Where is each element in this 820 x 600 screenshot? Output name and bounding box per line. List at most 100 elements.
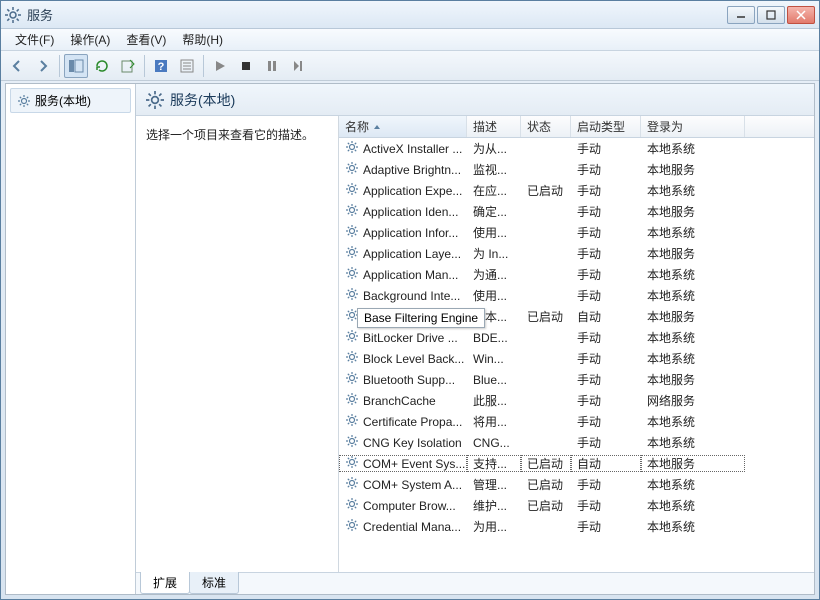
cell-start: 手动 (571, 245, 641, 262)
maximize-button[interactable] (757, 6, 785, 24)
tree-root-label: 服务(本地) (35, 92, 91, 109)
table-row[interactable]: Credential Mana...为用...手动本地系统 (339, 516, 814, 537)
cell-name: Background Inte... (339, 287, 467, 304)
cell-status: 已启动 (521, 182, 571, 199)
titlebar[interactable]: 服务 (1, 1, 819, 29)
table-row[interactable]: Block Level Back...Win...手动本地系统 (339, 348, 814, 369)
cell-logon: 本地系统 (641, 476, 745, 493)
gear-icon (345, 308, 359, 325)
menu-view[interactable]: 查看(V) (118, 29, 174, 50)
show-tree-button[interactable] (64, 54, 88, 78)
cell-name: COM+ Event Sys... (339, 455, 467, 472)
cell-logon: 本地系统 (641, 266, 745, 283)
export-button[interactable] (116, 54, 140, 78)
help-button[interactable]: ? (149, 54, 173, 78)
cell-name: Adaptive Brightn... (339, 161, 467, 178)
close-button[interactable] (787, 6, 815, 24)
gear-icon (17, 94, 31, 108)
cell-logon: 本地系统 (641, 413, 745, 430)
list-panel: 名称 描述 状态 启动类型 登录为 ActiveX Installer ...为… (338, 116, 814, 572)
cell-start: 自动 (571, 455, 641, 472)
stop-service-button[interactable] (234, 54, 258, 78)
cell-name: COM+ System A... (339, 476, 467, 493)
cell-logon: 本地系统 (641, 350, 745, 367)
cell-desc: 维护... (467, 497, 521, 514)
table-row[interactable]: COM+ System A...管理...已启动手动本地系统 (339, 474, 814, 495)
cell-logon: 本地系统 (641, 182, 745, 199)
table-row[interactable]: Computer Brow...维护...已启动手动本地系统 (339, 495, 814, 516)
table-row[interactable]: BitLocker Drive ...BDE... 手动本地系统 (339, 327, 814, 348)
service-list[interactable]: ActiveX Installer ...为从...手动本地系统Adaptive… (339, 138, 814, 572)
cell-logon: 本地服务 (641, 308, 745, 325)
gear-icon (345, 161, 359, 178)
cell-start: 手动 (571, 413, 641, 430)
table-row[interactable]: Adaptive Brightn...监视...手动本地服务 (339, 159, 814, 180)
cell-start: 手动 (571, 434, 641, 451)
cell-status: 已启动 (521, 476, 571, 493)
menubar: 文件(F) 操作(A) 查看(V) 帮助(H) (1, 29, 819, 51)
table-row[interactable]: COM+ Event Sys...支持...已启动自动本地服务 (339, 453, 814, 474)
tab-standard[interactable]: 标准 (189, 572, 239, 594)
refresh-button[interactable] (90, 54, 114, 78)
toolbar: ? (1, 51, 819, 81)
cell-start: 手动 (571, 224, 641, 241)
cell-desc: BDE... (467, 331, 521, 345)
col-status[interactable]: 状态 (521, 116, 571, 137)
svg-text:?: ? (158, 61, 165, 73)
tab-extended[interactable]: 扩展 (140, 572, 190, 594)
separator (59, 55, 60, 77)
table-row[interactable]: Application Laye...为 In...手动本地服务 (339, 243, 814, 264)
table-row[interactable]: CNG Key IsolationCNG... 手动本地系统 (339, 432, 814, 453)
cell-start: 手动 (571, 392, 641, 409)
cell-logon: 网络服务 (641, 392, 745, 409)
table-row[interactable]: Application Expe...在应...已启动手动本地系统 (339, 180, 814, 201)
cell-name: ActiveX Installer ... (339, 140, 467, 157)
menu-file[interactable]: 文件(F) (7, 29, 62, 50)
col-desc[interactable]: 描述 (467, 116, 521, 137)
cell-start: 手动 (571, 182, 641, 199)
table-row[interactable]: Certificate Propa...将用...手动本地系统 (339, 411, 814, 432)
table-row[interactable]: Application Infor...使用...手动本地系统 (339, 222, 814, 243)
cell-name: BitLocker Drive ... (339, 329, 467, 346)
cell-name: Block Level Back... (339, 350, 467, 367)
gear-icon (345, 182, 359, 199)
cell-desc: CNG... (467, 436, 521, 450)
col-start[interactable]: 启动类型 (571, 116, 641, 137)
tree-root[interactable]: 服务(本地) (10, 88, 131, 113)
cell-logon: 本地系统 (641, 329, 745, 346)
properties-button[interactable] (175, 54, 199, 78)
minimize-button[interactable] (727, 6, 755, 24)
cell-desc: 为 In... (467, 245, 521, 262)
cell-start: 手动 (571, 329, 641, 346)
col-name[interactable]: 名称 (339, 116, 467, 137)
cell-name: Application Man... (339, 266, 467, 283)
table-row[interactable]: Base Filtering En...基本...已启动自动本地服务 (339, 306, 814, 327)
table-row[interactable]: ActiveX Installer ...为从...手动本地系统 (339, 138, 814, 159)
table-row[interactable]: Application Man...为通...手动本地系统 (339, 264, 814, 285)
cell-desc: 管理... (467, 476, 521, 493)
table-row[interactable]: Application Iden...确定...手动本地服务 (339, 201, 814, 222)
body: 服务(本地) 服务(本地) 选择一个项目来查看它的描述。 名称 描述 状态 启动… (5, 83, 815, 595)
main-header-title: 服务(本地) (170, 90, 235, 110)
pause-service-button[interactable] (260, 54, 284, 78)
description-panel: 选择一个项目来查看它的描述。 (136, 116, 338, 572)
table-row[interactable]: Background Inte...使用...手动本地系统 (339, 285, 814, 306)
cell-logon: 本地系统 (641, 434, 745, 451)
col-logon[interactable]: 登录为 (641, 116, 745, 137)
table-row[interactable]: Bluetooth Supp...Blue...手动本地服务 (339, 369, 814, 390)
menu-help[interactable]: 帮助(H) (174, 29, 231, 50)
start-service-button[interactable] (208, 54, 232, 78)
cell-logon: 本地服务 (641, 371, 745, 388)
back-button[interactable] (5, 54, 29, 78)
cell-desc: 将用... (467, 413, 521, 430)
cell-desc: 基本... (467, 308, 521, 325)
window-buttons (727, 6, 815, 24)
forward-button[interactable] (31, 54, 55, 78)
restart-service-button[interactable] (286, 54, 310, 78)
table-row[interactable]: BranchCache此服...手动网络服务 (339, 390, 814, 411)
cell-name: CNG Key Isolation (339, 434, 467, 451)
menu-action[interactable]: 操作(A) (62, 29, 118, 50)
gear-icon (345, 350, 359, 367)
cell-start: 手动 (571, 371, 641, 388)
window-title: 服务 (27, 5, 727, 24)
